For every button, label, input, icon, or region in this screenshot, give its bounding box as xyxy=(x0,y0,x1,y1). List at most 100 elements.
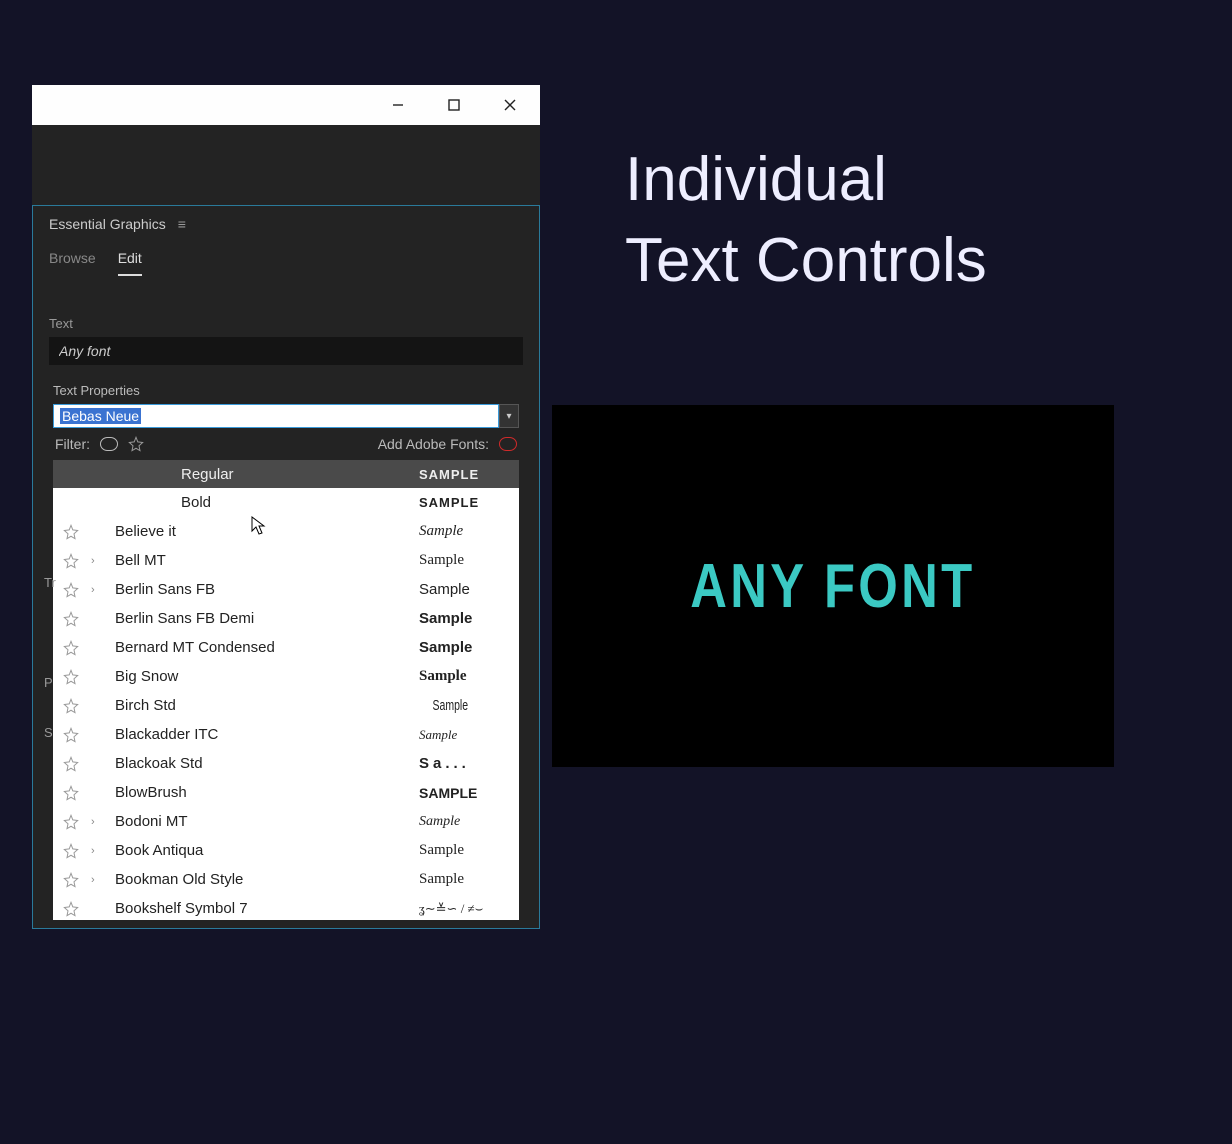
font-name: Bookshelf Symbol 7 xyxy=(111,900,409,917)
favorite-star-icon[interactable] xyxy=(63,872,81,888)
truncated-label-p: P xyxy=(44,675,53,690)
truncated-label-tr: Tr xyxy=(44,575,56,590)
font-sample: SAMPLE xyxy=(419,467,509,482)
font-weight-option[interactable]: Regular SAMPLE xyxy=(53,460,519,488)
font-sample: Sample xyxy=(419,610,509,627)
font-name: Blackoak Std xyxy=(111,755,409,772)
favorite-star-icon[interactable] xyxy=(63,785,81,801)
font-sample: Sa... xyxy=(419,755,509,772)
favorite-star-icon[interactable] xyxy=(63,901,81,917)
font-option[interactable]: Blackadder ITCSample xyxy=(53,720,519,749)
maximize-button[interactable] xyxy=(432,90,476,120)
font-option[interactable]: › Bookman Old Style Sample xyxy=(53,865,519,894)
font-option[interactable]: BlowBrush SAMPLE xyxy=(53,778,519,807)
favorite-star-icon[interactable] xyxy=(63,582,81,598)
chevron-down-icon[interactable]: ▾ xyxy=(499,404,519,428)
panel-menu-icon[interactable]: ≡ xyxy=(178,216,186,232)
font-name: Big Snow xyxy=(111,668,409,685)
adobe-fonts-icon[interactable] xyxy=(499,437,517,451)
favorite-star-icon[interactable] xyxy=(63,698,81,714)
font-family-select[interactable]: Bebas Neue ▾ xyxy=(53,404,519,428)
font-sample: Sample xyxy=(433,697,496,714)
font-filter-row: Filter: Add Adobe Fonts: xyxy=(33,428,539,460)
font-name: Berlin Sans FB xyxy=(111,581,409,598)
favorite-star-icon[interactable] xyxy=(63,669,81,685)
font-option[interactable]: › Bodoni MT Sample xyxy=(53,807,519,836)
font-name: Bernard MT Condensed xyxy=(111,639,409,656)
slide-headline: Individual Text Controls xyxy=(625,140,987,301)
filter-label: Filter: xyxy=(55,436,90,452)
font-sample: Sample xyxy=(419,581,509,598)
tab-browse[interactable]: Browse xyxy=(49,250,96,276)
text-properties-label: Text Properties xyxy=(33,365,539,404)
favorite-star-icon[interactable] xyxy=(63,611,81,627)
favorite-star-icon[interactable] xyxy=(63,640,81,656)
creative-cloud-icon[interactable] xyxy=(100,437,118,451)
font-option[interactable]: › Book Antiqua Sample xyxy=(53,836,519,865)
favorite-star-icon[interactable] xyxy=(63,843,81,859)
font-sample: Sample xyxy=(419,727,509,743)
font-sample: Sample xyxy=(419,842,509,859)
font-option[interactable]: Birch Std Sample xyxy=(53,691,519,720)
panel-header: Essential Graphics ≡ xyxy=(33,206,539,242)
font-sample: Sample xyxy=(419,639,509,656)
font-option[interactable]: Bernard MT Condensed Sample xyxy=(53,633,519,662)
font-name: Bell MT xyxy=(111,552,409,569)
favorite-star-icon[interactable] xyxy=(63,756,81,772)
font-option[interactable]: Blackoak Std Sa... xyxy=(53,749,519,778)
headline-line-1: Individual xyxy=(625,140,987,221)
text-section-label: Text xyxy=(33,276,539,337)
font-sample: Sample xyxy=(419,668,509,685)
font-sample: Sample xyxy=(419,523,509,540)
font-name: BlowBrush xyxy=(111,784,409,801)
font-sample: SAMPLE xyxy=(419,495,509,510)
video-preview: ANY FONT xyxy=(552,405,1114,767)
font-option[interactable]: Believe it Sample xyxy=(53,517,519,546)
font-name: Birch Std xyxy=(111,697,409,714)
font-name: Believe it xyxy=(111,523,409,540)
window-titlebar xyxy=(32,85,540,125)
favorite-star-icon[interactable] xyxy=(63,524,81,540)
preview-text: ANY FONT xyxy=(690,551,975,622)
panel-title: Essential Graphics xyxy=(49,216,166,232)
minimize-button[interactable] xyxy=(376,90,420,120)
font-sample: ʓ∼≚∽ / ≠⌣ xyxy=(419,901,509,917)
font-sample: Sample xyxy=(419,871,509,888)
expand-chevron-icon[interactable]: › xyxy=(91,584,101,596)
font-name: Book Antiqua xyxy=(111,842,409,859)
close-button[interactable] xyxy=(488,90,532,120)
expand-chevron-icon[interactable]: › xyxy=(91,816,101,828)
favorite-star-icon[interactable] xyxy=(63,727,81,743)
font-option[interactable]: › Bell MT Sample xyxy=(53,546,519,575)
font-option[interactable]: Big Snow Sample xyxy=(53,662,519,691)
favorite-filter-icon[interactable] xyxy=(128,436,144,452)
font-sample: Sample xyxy=(419,552,509,569)
font-name: Bookman Old Style xyxy=(111,871,409,888)
panel-tabs: Browse Edit xyxy=(33,242,539,276)
font-family-value: Bebas Neue xyxy=(60,408,141,424)
expand-chevron-icon[interactable]: › xyxy=(91,845,101,857)
menubar-area xyxy=(32,125,540,205)
font-weight-name: Regular xyxy=(111,466,409,483)
add-adobe-fonts-label: Add Adobe Fonts: xyxy=(378,436,489,452)
font-dropdown-list[interactable]: RegularSAMPLEBoldSAMPLEBelieve itSample›… xyxy=(53,460,519,920)
favorite-star-icon[interactable] xyxy=(63,553,81,569)
expand-chevron-icon[interactable]: › xyxy=(91,874,101,886)
truncated-label-s: S xyxy=(44,725,53,740)
expand-chevron-icon[interactable]: › xyxy=(91,555,101,567)
headline-line-2: Text Controls xyxy=(625,221,987,302)
font-sample: SAMPLE xyxy=(419,785,509,801)
essential-graphics-panel: Essential Graphics ≡ Browse Edit Text Te… xyxy=(32,205,540,929)
font-name: Bodoni MT xyxy=(111,813,409,830)
font-sample: Sample xyxy=(419,814,509,830)
font-name: Berlin Sans FB Demi xyxy=(111,610,409,627)
font-weight-option[interactable]: Bold SAMPLE xyxy=(53,488,519,517)
text-layer-name-input[interactable] xyxy=(49,337,523,365)
font-weight-name: Bold xyxy=(111,494,409,511)
font-option[interactable]: › Berlin Sans FB Sample xyxy=(53,575,519,604)
tab-edit[interactable]: Edit xyxy=(118,250,142,276)
font-option[interactable]: Berlin Sans FB Demi Sample xyxy=(53,604,519,633)
favorite-star-icon[interactable] xyxy=(63,814,81,830)
app-window: Essential Graphics ≡ Browse Edit Text Te… xyxy=(32,85,540,929)
font-option[interactable]: Bookshelf Symbol 7 ʓ∼≚∽ / ≠⌣ xyxy=(53,894,519,920)
